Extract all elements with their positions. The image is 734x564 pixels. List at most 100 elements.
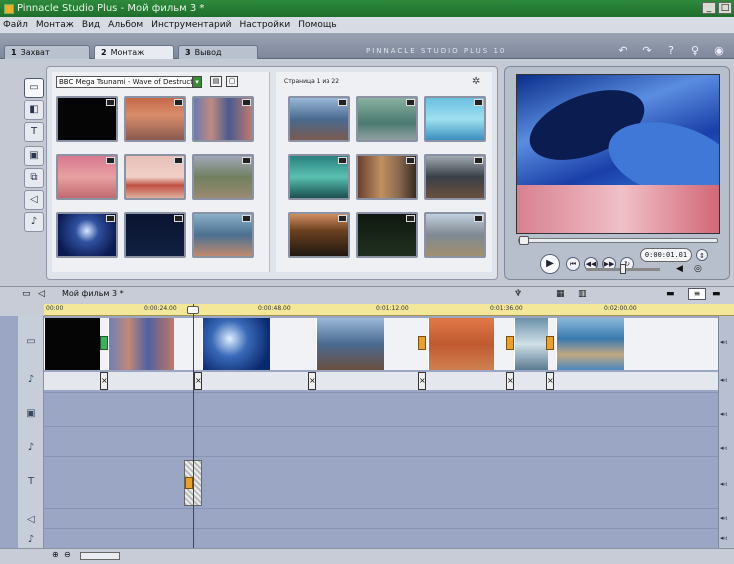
trash-icon[interactable]: ▥ — [578, 289, 587, 299]
album-clip-thumbnail[interactable] — [124, 212, 186, 258]
speaker-icon[interactable]: ◀ — [676, 264, 683, 274]
album-clip-thumbnail[interactable] — [424, 212, 486, 258]
audio-crossfade[interactable]: ⨯ — [546, 372, 554, 390]
volume-slider-handle[interactable] — [620, 264, 626, 274]
storyboard-icon[interactable]: ▭ — [22, 289, 31, 299]
album-clip-thumbnail[interactable] — [56, 96, 118, 142]
album-clip-thumbnail[interactable] — [356, 212, 418, 258]
audio-crossfade[interactable]: ⨯ — [308, 372, 316, 390]
timeline-clip[interactable] — [108, 318, 174, 370]
original-audio-track[interactable] — [44, 372, 718, 390]
music-track-icon[interactable]: ♪ — [22, 532, 40, 548]
preview-scrubber[interactable] — [518, 236, 718, 245]
menus-tab-icon[interactable]: ⧉ — [24, 168, 44, 188]
menu-edit[interactable]: Монтаж — [36, 20, 74, 30]
album-clip-thumbnail[interactable] — [288, 212, 350, 258]
maximize-button[interactable]: □ — [718, 2, 732, 14]
menu-help[interactable]: Помощь — [298, 20, 336, 30]
tab-edit[interactable]: 2 Монтаж — [94, 45, 174, 59]
camera-icon[interactable]: ◉ — [712, 44, 726, 58]
help-icon[interactable]: ? — [664, 44, 678, 58]
zoom-in-icon[interactable]: ⊕ — [52, 550, 59, 559]
menu-view[interactable]: Вид — [82, 20, 100, 30]
timeline-clip[interactable] — [556, 318, 624, 370]
transition-marker[interactable] — [506, 336, 514, 350]
voiceover-icon[interactable]: ♆ — [514, 289, 522, 299]
timecode-display[interactable]: 0:00:01.01 — [640, 248, 692, 262]
hint-icon[interactable]: ♀ — [688, 44, 702, 58]
volume-slider[interactable] — [586, 264, 660, 274]
menu-album[interactable]: Альбом — [108, 20, 143, 30]
video-album-tab-icon[interactable]: ▭ — [24, 78, 44, 98]
timeline-view-icon[interactable]: ≡ — [688, 288, 706, 300]
transition-marker[interactable] — [100, 336, 108, 350]
album-clip-thumbnail[interactable] — [124, 96, 186, 142]
track-toggle-icon[interactable]: ◂◃ — [720, 410, 727, 418]
split-clip-icon[interactable]: ▦ — [556, 289, 565, 299]
title-track-icon[interactable]: T — [22, 474, 40, 490]
album-clip-thumbnail[interactable] — [424, 96, 486, 142]
audio-mix-icon[interactable]: ◁ — [38, 289, 45, 299]
timeline-clip[interactable] — [514, 318, 548, 370]
timeline-ruler[interactable]: 00:00 0:00:24.00 0:00:48.00 0:01:12.00 0… — [44, 304, 734, 316]
photos-tab-icon[interactable]: ▣ — [24, 146, 44, 166]
transition-marker[interactable] — [418, 336, 426, 350]
transition-marker[interactable] — [546, 336, 554, 350]
timecode-spinner[interactable]: ⇕ — [696, 249, 708, 261]
storyboard-view-icon[interactable]: ▬ — [666, 289, 675, 299]
redo-icon[interactable]: ↷ — [640, 44, 654, 58]
audio-crossfade[interactable]: ⨯ — [100, 372, 108, 390]
undo-icon[interactable]: ↶ — [616, 44, 630, 58]
chevron-down-icon[interactable]: ▾ — [192, 76, 202, 88]
menu-settings[interactable]: Настройки — [239, 20, 290, 30]
folder-icon[interactable]: ▤ — [210, 76, 222, 87]
album-clip-thumbnail[interactable] — [192, 154, 254, 200]
overlay-track-icon[interactable]: ▣ — [22, 406, 40, 422]
track-toggle-icon[interactable]: ◂◃ — [720, 338, 727, 346]
track-toggle-icon[interactable]: ◂◃ — [720, 444, 727, 452]
audio-crossfade[interactable]: ⨯ — [418, 372, 426, 390]
timeline-scrollbar[interactable] — [80, 552, 120, 560]
menu-toolbox[interactable]: Инструментарий — [151, 20, 231, 30]
titles-tab-icon[interactable]: T — [24, 122, 44, 142]
timeline-clip[interactable] — [316, 318, 384, 370]
transitions-tab-icon[interactable]: ◧ — [24, 100, 44, 120]
tab-make-movie[interactable]: 3Вывод фильма — [178, 45, 258, 70]
source-select[interactable]: BBC Mega Tsunami - Wave of Destructi — [56, 76, 200, 88]
text-view-icon[interactable]: ▬ — [712, 289, 721, 299]
audio-crossfade[interactable]: ⨯ — [194, 372, 202, 390]
album-clip-thumbnail[interactable] — [56, 154, 118, 200]
timeline-clip[interactable] — [44, 318, 100, 370]
track-toggle-icon[interactable]: ◂◃ — [720, 514, 727, 522]
music-tab-icon[interactable]: ♪ — [24, 212, 44, 232]
minimize-button[interactable]: _ — [702, 2, 716, 14]
album-clip-thumbnail[interactable] — [356, 96, 418, 142]
album-clip-thumbnail[interactable] — [424, 154, 486, 200]
album-clip-thumbnail[interactable] — [192, 212, 254, 258]
go-to-start-button[interactable]: ⏮ — [566, 257, 580, 271]
scrubber-handle[interactable] — [519, 236, 529, 245]
track-toggle-icon[interactable]: ◂◃ — [720, 480, 727, 488]
track-toggle-icon[interactable]: ◂◃ — [720, 534, 727, 542]
zoom-out-icon[interactable]: ⊖ — [64, 550, 71, 559]
album-clip-thumbnail[interactable] — [56, 212, 118, 258]
album-clip-thumbnail[interactable] — [288, 154, 350, 200]
sound-effects-track-icon[interactable]: ◁ — [22, 512, 40, 528]
gear-icon[interactable]: ✲ — [472, 76, 480, 87]
tab-capture[interactable]: 1 Захват — [4, 45, 90, 59]
album-clip-thumbnail[interactable] — [356, 154, 418, 200]
audio-crossfade[interactable]: ⨯ — [506, 372, 514, 390]
timeline-clip[interactable] — [428, 318, 494, 370]
sound-effects-tab-icon[interactable]: ◁ — [24, 190, 44, 210]
menu-file[interactable]: Файл — [3, 20, 28, 30]
timeline-clip[interactable] — [202, 318, 270, 370]
playhead-handle[interactable] — [187, 306, 199, 314]
fullscreen-icon[interactable]: ◎ — [694, 264, 702, 274]
album-clip-thumbnail[interactable] — [192, 96, 254, 142]
overlay-audio-track-icon[interactable]: ♪ — [22, 440, 40, 456]
album-clip-thumbnail[interactable] — [124, 154, 186, 200]
track-toggle-icon[interactable]: ◂◃ — [720, 376, 727, 384]
open-folder-icon[interactable]: ▢ — [226, 76, 238, 87]
playhead[interactable] — [193, 304, 194, 548]
video-track-icon[interactable]: ▭ — [22, 334, 40, 350]
